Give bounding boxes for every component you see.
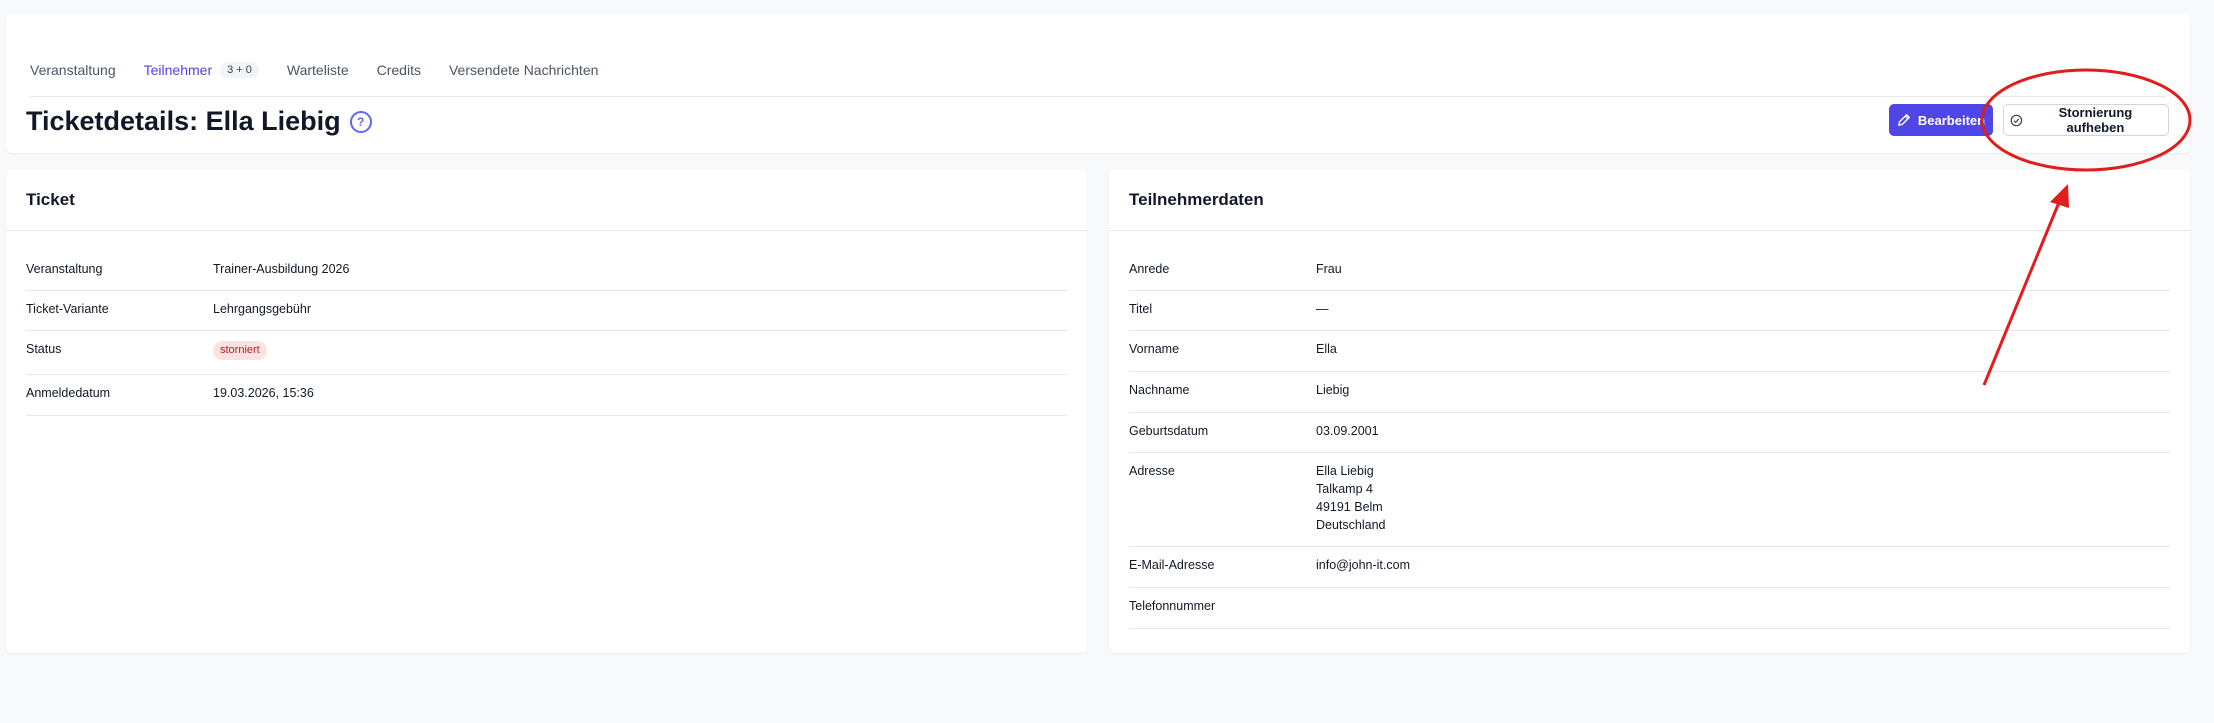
row-value: Lehrgangsgebühr (213, 302, 311, 316)
row-label: Adresse (1129, 464, 1175, 478)
ticket-row-date: Anmeldedatum 19.03.2026, 15:36 (26, 375, 1067, 416)
participant-row-birthdate: Geburtsdatum 03.09.2001 (1129, 413, 2170, 453)
tab-label: Teilnehmer (143, 62, 213, 78)
participant-row-firstname: Vorname Ella (1129, 331, 2170, 372)
tab-label: Warteliste (286, 62, 349, 78)
row-label: Anmeldedatum (26, 386, 111, 400)
page-title-row: Ticketdetails: Ella Liebig ? (26, 106, 372, 137)
tab-credits[interactable]: Credits (377, 48, 421, 78)
ticket-card: Ticket Veranstaltung Trainer-Ausbildung … (6, 169, 1087, 653)
participant-row-phone: Telefonnummer (1129, 588, 2170, 629)
tab-count-badge: 3 + 0 (220, 62, 259, 78)
tab-warteliste[interactable]: Warteliste (287, 48, 349, 78)
row-value (1316, 597, 2170, 628)
row-label: Status (26, 342, 62, 356)
row-value: Trainer-Ausbildung 2026 (213, 262, 350, 276)
row-label: Anrede (1129, 262, 1170, 276)
participant-row-salutation: Anrede Frau (1129, 251, 2170, 291)
row-label: Nachname (1129, 383, 1190, 397)
ticket-row-variant: Ticket-Variante Lehrgangsgebühr (26, 291, 1067, 331)
edit-button[interactable]: Bearbeiten (1889, 104, 1993, 136)
row-value: Ella (1316, 342, 1337, 356)
participant-row-lastname: Nachname Liebig (1129, 372, 2170, 413)
row-label: Veranstaltung (26, 262, 103, 276)
row-value: — (1316, 302, 1329, 316)
row-value: Frau (1316, 262, 1342, 276)
tab-bar: Veranstaltung Teilnehmer 3 + 0 Warteliste… (30, 48, 2166, 97)
restore-cancellation-button[interactable]: Stornierung aufheben (2003, 104, 2169, 136)
pencil-icon (1897, 114, 1910, 126)
ticket-row-status: Status storniert (26, 331, 1067, 375)
row-label: Telefonnummer (1129, 599, 1216, 613)
participant-card: Teilnehmerdaten Anrede Frau Titel — Vorn… (1109, 169, 2190, 653)
row-label: Vorname (1129, 342, 1180, 356)
status-badge: storniert (213, 341, 267, 360)
row-value: info@john-it.com (1316, 558, 1410, 572)
page-title: Ticketdetails: Ella Liebig (26, 106, 341, 136)
row-value: 19.03.2026, 15:36 (213, 386, 314, 400)
row-label: Titel (1129, 302, 1153, 316)
restore-button-label: Stornierung aufheben (2058, 105, 2133, 135)
check-circle-icon (2010, 114, 2023, 126)
participant-card-title: Teilnehmerdaten (1109, 169, 2190, 231)
row-label: E-Mail-Adresse (1129, 558, 1215, 572)
ticket-row-event: Veranstaltung Trainer-Ausbildung 2026 (26, 251, 1067, 291)
question-circle-icon[interactable]: ? (349, 110, 372, 133)
tab-label: Versendete Nachrichten (448, 62, 599, 78)
tab-versendete-nachrichten[interactable]: Versendete Nachrichten (449, 48, 598, 78)
participant-row-address: Adresse Ella Liebig Talkamp 4 49191 Belm… (1129, 453, 2170, 547)
ticket-card-title: Ticket (6, 169, 1087, 231)
row-label: Geburtsdatum (1129, 424, 1209, 438)
tab-teilnehmer[interactable]: Teilnehmer 3 + 0 (144, 48, 259, 78)
row-value: Ella Liebig Talkamp 4 49191 Belm Deutsch… (1316, 464, 1386, 532)
participant-row-email: E-Mail-Adresse info@john-it.com (1129, 547, 2170, 588)
tab-label: Credits (376, 62, 421, 78)
tab-veranstaltung[interactable]: Veranstaltung (30, 48, 116, 78)
row-label: Ticket-Variante (26, 302, 109, 316)
row-value: Liebig (1316, 383, 1350, 397)
edit-button-label: Bearbeiten (1917, 112, 1986, 128)
participant-row-title: Titel — (1129, 291, 2170, 331)
tab-label: Veranstaltung (30, 62, 116, 78)
row-value: 03.09.2001 (1316, 424, 1379, 438)
